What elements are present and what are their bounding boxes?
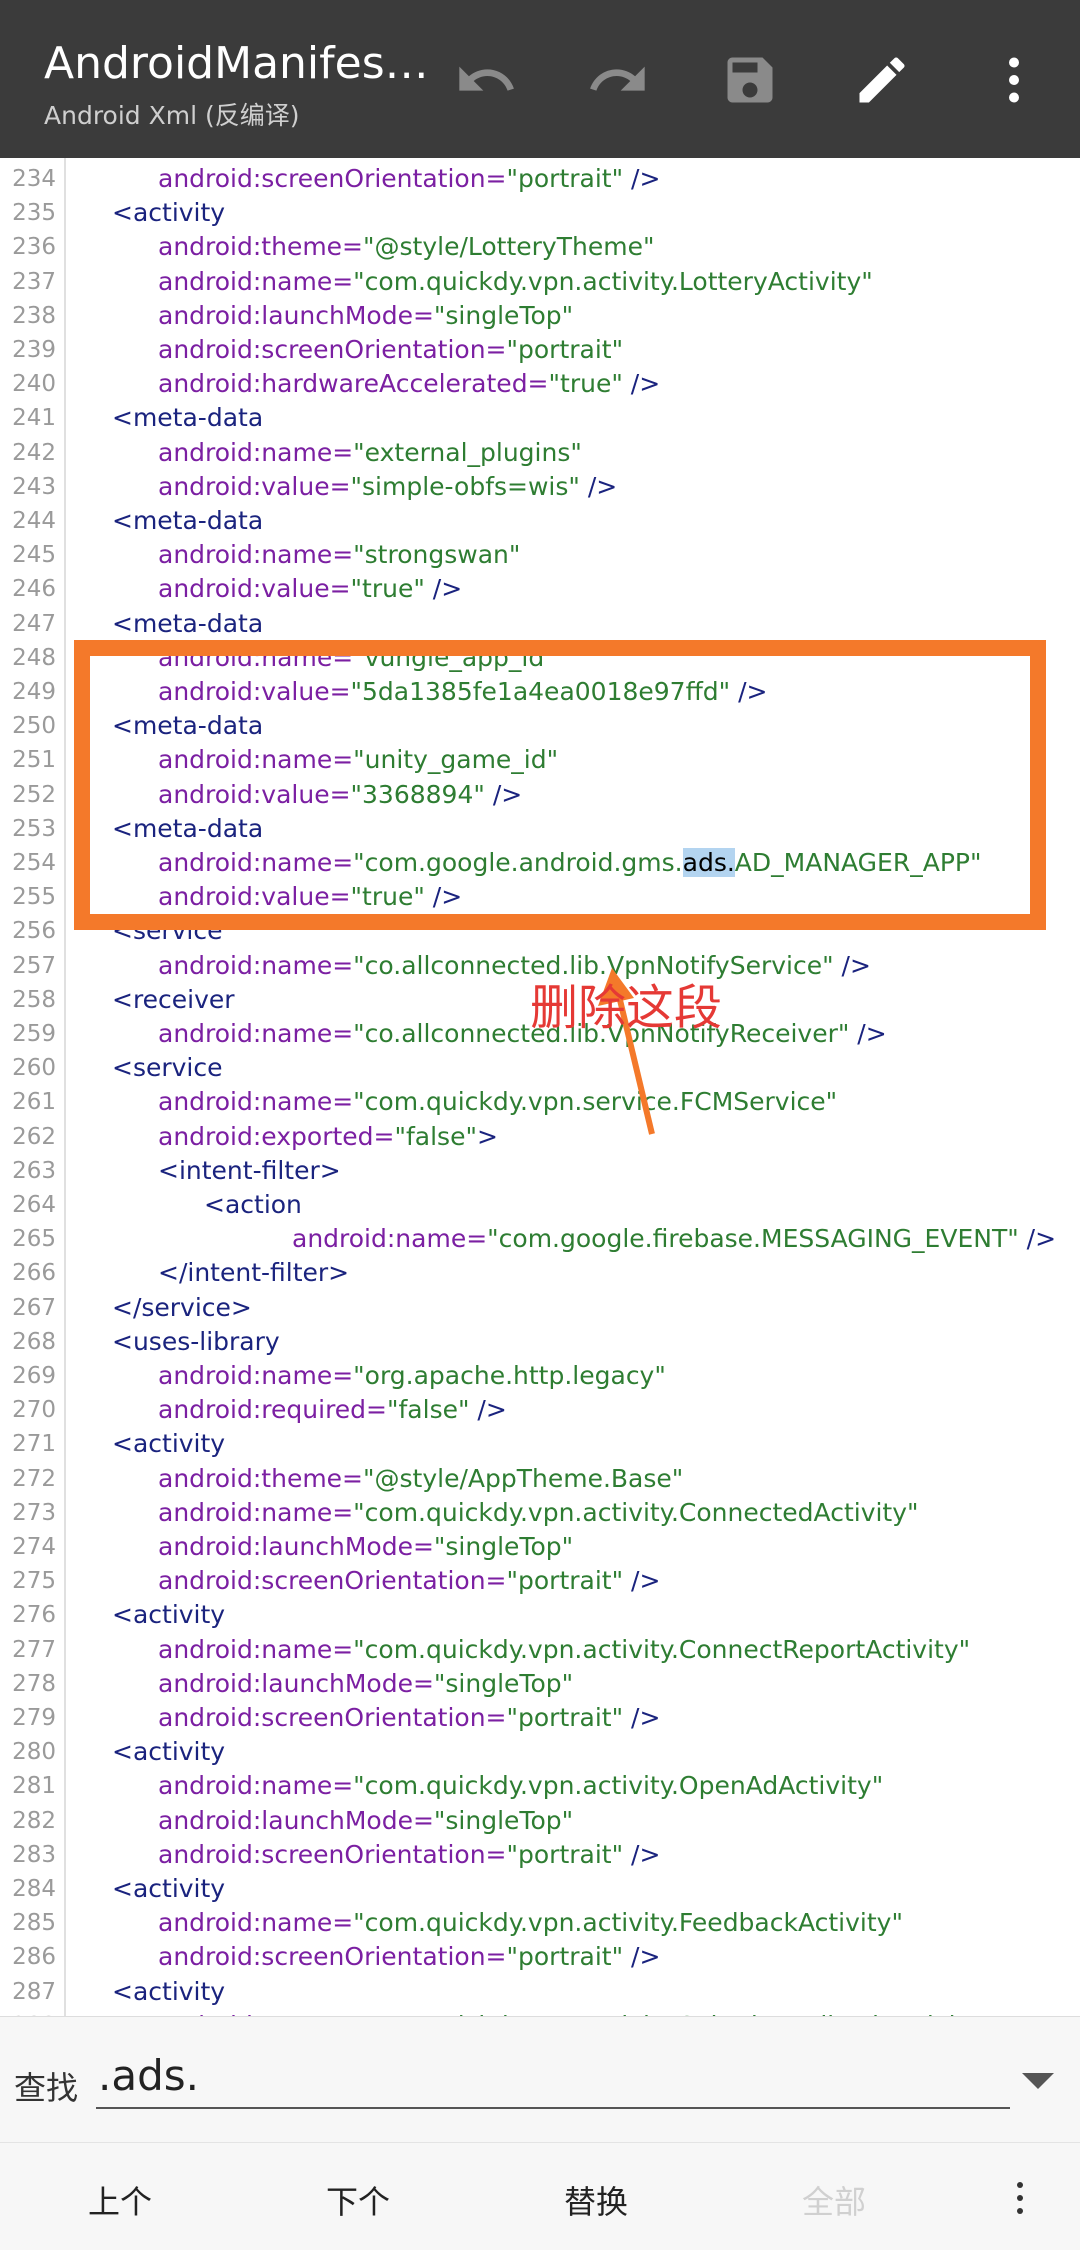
replace-all-button[interactable]: 全部 <box>744 2177 924 2223</box>
annotation-arrow <box>598 968 655 1135</box>
annotation-label: 删除这段 <box>530 980 723 1036</box>
search-input[interactable] <box>96 2043 1010 2109</box>
more-options-icon[interactable] <box>1000 2173 1040 2223</box>
search-label: 查找 <box>14 2069 79 2107</box>
search-bar: 查找 <box>0 2016 1080 2143</box>
replace-button[interactable]: 替换 <box>506 2177 686 2223</box>
prev-button[interactable]: 上个 <box>30 2177 210 2223</box>
bottom-action-bar: 上个 下个 替换 全部 <box>0 2142 1080 2250</box>
next-button[interactable]: 下个 <box>268 2177 448 2223</box>
dropdown-arrow-icon[interactable] <box>1018 2067 1058 2097</box>
